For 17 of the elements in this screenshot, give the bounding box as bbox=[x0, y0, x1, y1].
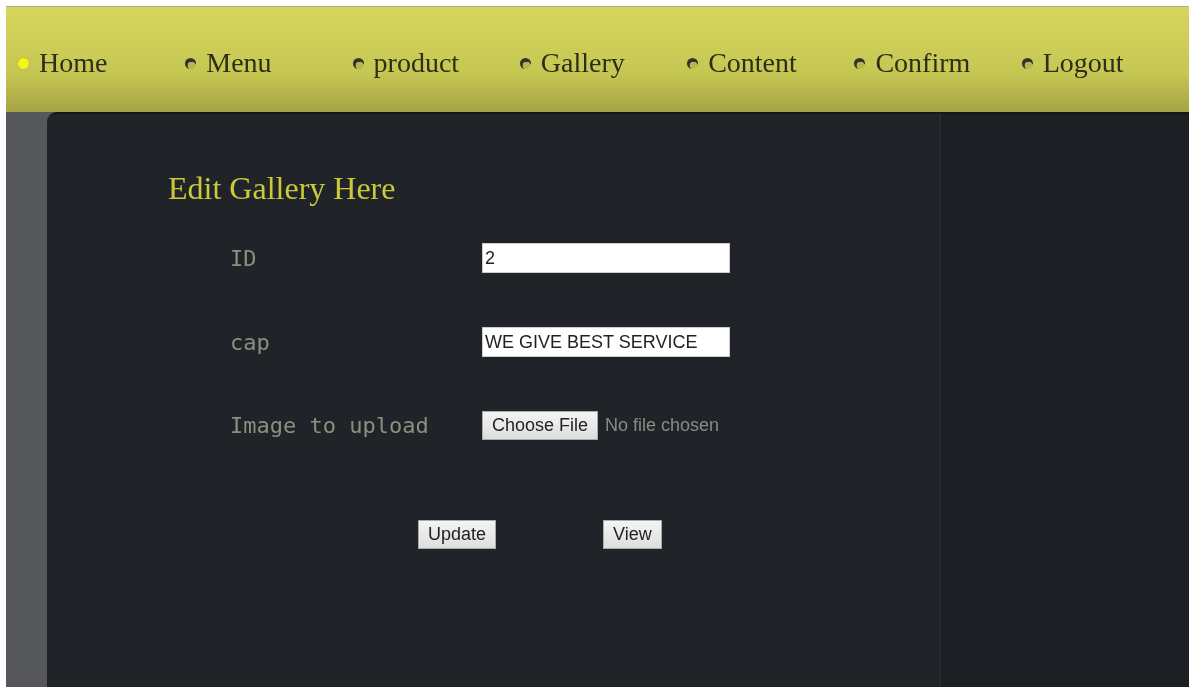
nav-link[interactable]: Content bbox=[687, 47, 855, 79]
field-label: Image to upload bbox=[230, 413, 430, 438]
update-button[interactable]: Update bbox=[418, 520, 497, 549]
nav-link[interactable]: Gallery bbox=[519, 47, 688, 79]
choose-file-button[interactable]: Choose File bbox=[482, 411, 599, 440]
file-status: No file chosen bbox=[605, 415, 720, 436]
nav-link[interactable]: Home bbox=[18, 47, 186, 79]
input-field[interactable]: 2 bbox=[482, 243, 730, 273]
view-button[interactable]: View bbox=[603, 520, 662, 549]
page-title: Edit Gallery Here bbox=[168, 170, 397, 207]
nav-link[interactable]: product bbox=[352, 47, 520, 79]
input-field[interactable]: WE GIVE BEST SERVICE bbox=[482, 327, 730, 357]
field-label: ID bbox=[230, 245, 258, 271]
field-label: cap bbox=[230, 329, 271, 355]
nav-link[interactable]: Logout bbox=[1021, 47, 1189, 79]
nav-link[interactable]: Confirm bbox=[854, 47, 1022, 79]
nav-link[interactable]: Menu bbox=[185, 47, 353, 79]
